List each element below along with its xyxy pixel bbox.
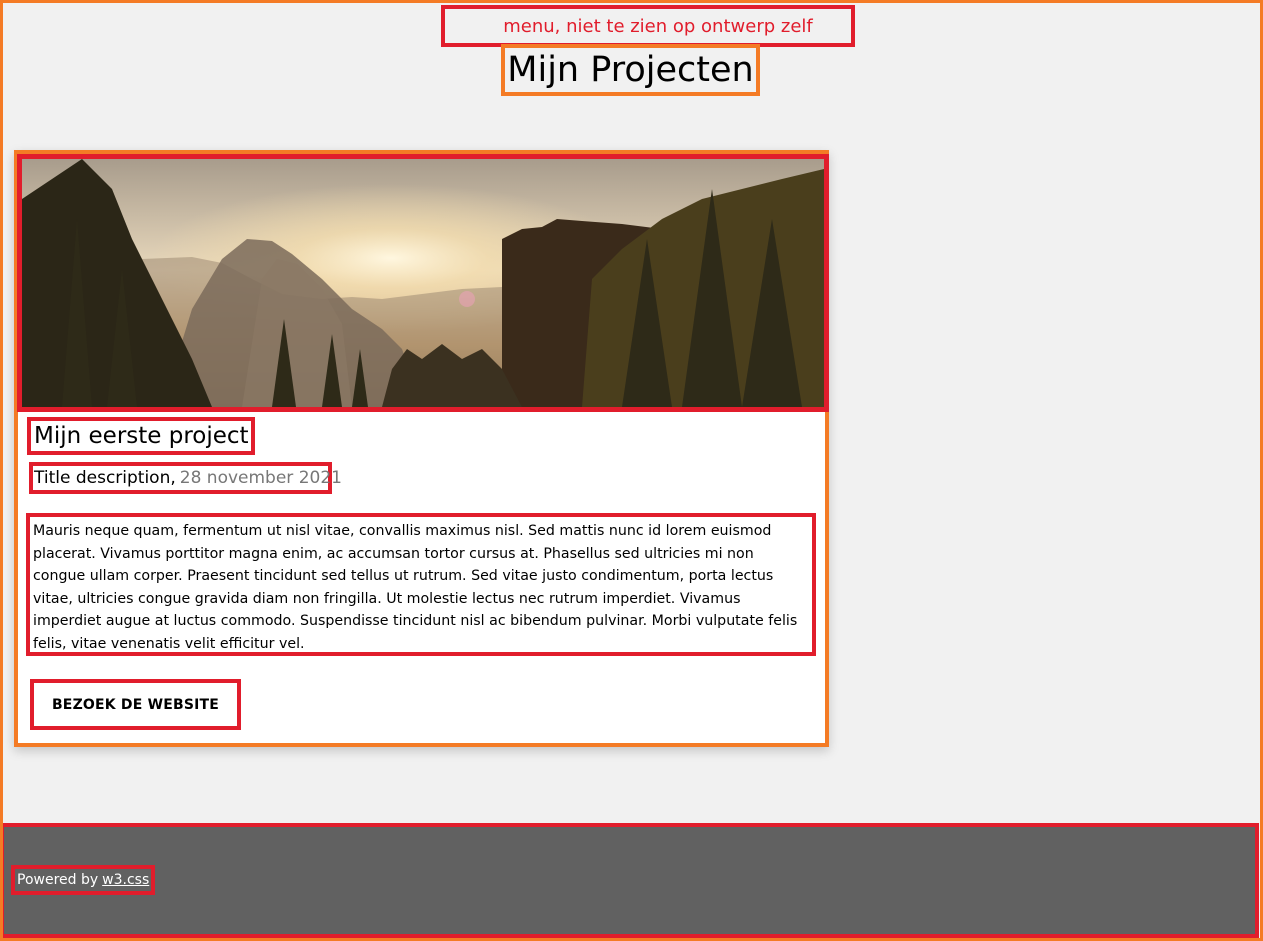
footer-credit: Powered by w3.css <box>11 865 155 895</box>
project-image <box>17 154 829 412</box>
powered-by-text: Powered by <box>17 872 99 888</box>
visit-website-label: BEZOEK DE WEBSITE <box>51 696 220 713</box>
menu-placeholder-text: menu, niet te zien op ontwerp zelf <box>503 15 813 37</box>
w3css-link[interactable]: w3.css <box>102 872 149 888</box>
description-label: Title description, <box>34 468 176 488</box>
mountain-sunset-image <box>22 159 824 407</box>
project-body-text: Mauris neque quam, fermentum ut nisl vit… <box>26 513 816 656</box>
visit-website-button[interactable]: BEZOEK DE WEBSITE <box>30 679 241 730</box>
project-title-text: Mijn eerste project <box>34 423 249 449</box>
project-date: 28 november 2021 <box>179 468 342 488</box>
project-title: Mijn eerste project <box>27 417 255 455</box>
menu-placeholder[interactable]: menu, niet te zien op ontwerp zelf <box>441 5 855 47</box>
page-title: Mijn Projecten <box>501 44 760 96</box>
project-body-paragraph: Mauris neque quam, fermentum ut nisl vit… <box>33 523 798 652</box>
footer <box>0 823 1259 938</box>
page-title-text: Mijn Projecten <box>507 50 754 90</box>
project-description: Title description, 28 november 2021 <box>29 462 342 494</box>
